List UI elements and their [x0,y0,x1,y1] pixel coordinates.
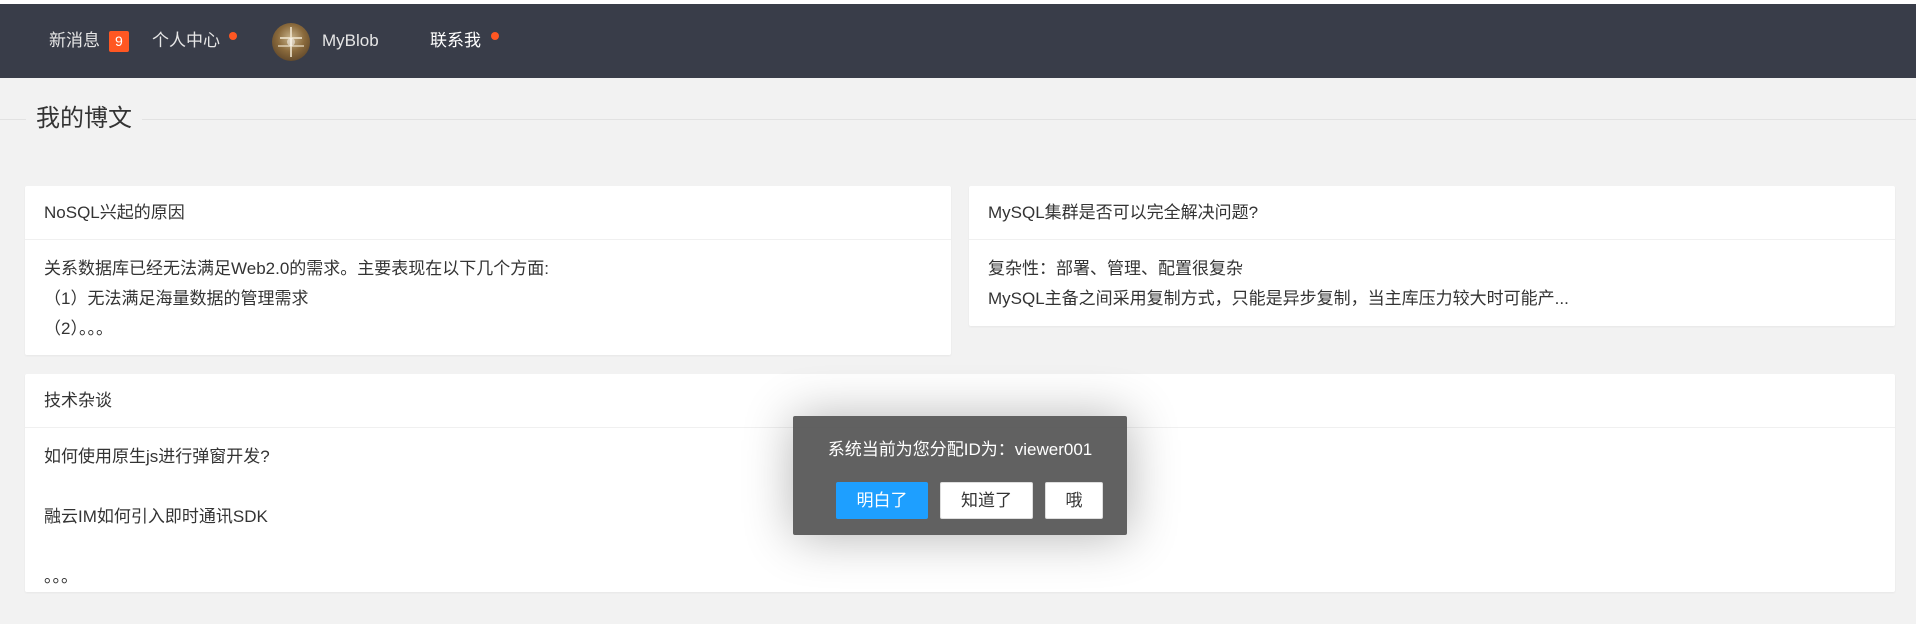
nav-contact[interactable]: 联系我 [430,4,499,78]
post-card-line: 复杂性：部署、管理、配置很复杂 [988,259,1243,278]
dialog-message: 系统当前为您分配ID为：viewer001 [827,440,1093,459]
id-assignment-dialog: 系统当前为您分配ID为：viewer001 明白了 知道了 哦 [793,416,1127,535]
post-card-mysql: MySQL集群是否可以完全解决问题? 复杂性：部署、管理、配置很复杂 MySQL… [969,186,1895,326]
contact-dot [491,32,499,40]
dialog-got-it-button[interactable]: 知道了 [940,482,1033,519]
post-card-line: MySQL主备之间采用复制方式，只能是异步复制，当主库压力较大时可能产... [988,289,1569,308]
post-card-body: 关系数据库已经无法满足Web2.0的需求。主要表现在以下几个方面: （1）无法满… [25,240,951,354]
section-divider [0,119,1916,120]
nav-contact-label: 联系我 [430,31,481,50]
messages-count-badge: 9 [109,31,129,52]
top-navbar: 新消息 9 个人中心 MyBlob 联系我 [0,4,1916,78]
dialog-oh-button[interactable]: 哦 [1045,482,1103,519]
post-card-line [44,532,1876,562]
dialog-understood-button[interactable]: 明白了 [836,482,928,519]
nav-personal-center-label: 个人中心 [152,31,220,50]
post-card-line: （2）。。。 [44,319,113,338]
avatar-image-icon [278,27,304,57]
nav-personal-center[interactable]: 个人中心 [152,4,237,78]
post-card-nosql: NoSQL兴起的原因 关系数据库已经无法满足Web2.0的需求。主要表现在以下几… [25,186,951,355]
post-card-line: 。。。 [44,567,78,586]
personal-center-dot [229,32,237,40]
nav-messages-label: 新消息 [49,31,100,50]
nav-brand[interactable]: MyBlob [322,4,379,78]
post-card-title[interactable]: NoSQL兴起的原因 [25,186,951,240]
post-card-body: 复杂性：部署、管理、配置很复杂 MySQL主备之间采用复制方式，只能是异步复制，… [969,240,1895,324]
section-title: 我的博文 [26,101,142,137]
post-card-line: （1）无法满足海量数据的管理需求 [44,289,309,308]
avatar[interactable] [272,23,310,61]
post-card-line: 关系数据库已经无法满足Web2.0的需求。主要表现在以下几个方面: [44,259,550,278]
nav-messages[interactable]: 新消息 9 [49,4,129,78]
post-card-title[interactable]: MySQL集群是否可以完全解决问题? [969,186,1895,240]
